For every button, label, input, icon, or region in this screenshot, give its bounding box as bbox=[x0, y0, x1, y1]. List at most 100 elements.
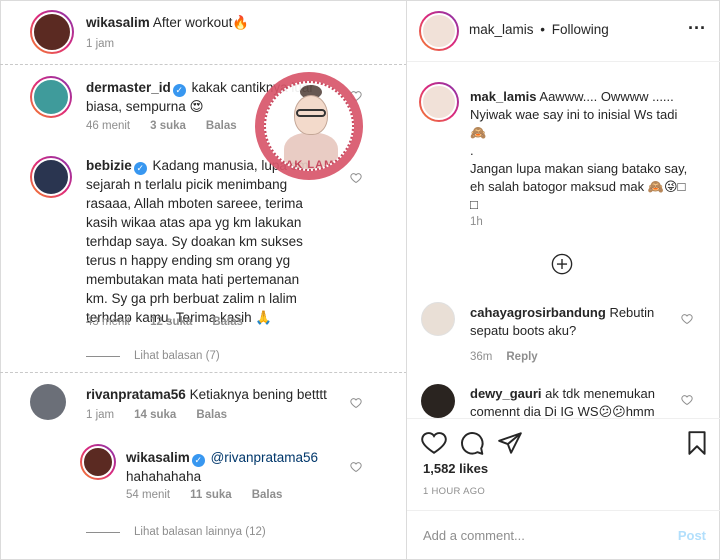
comment-line: terus n happy ending sm orang yg bbox=[86, 253, 291, 268]
caption-text: mak_lamis Aawww.... Owwww ...... Nyiwak … bbox=[470, 88, 710, 214]
reply-text: wikasalim ✓ @rivanpratama56 hahahahaha bbox=[126, 448, 318, 486]
more-options-icon[interactable]: ··· bbox=[688, 18, 706, 39]
post-author-caption: wikasalim After workout🔥 bbox=[86, 13, 249, 32]
comment-text: dewy_gauri ak tdk menemukan comennt dia … bbox=[470, 385, 680, 418]
username[interactable]: wikasalim bbox=[86, 15, 150, 30]
comment-text: bebizie ✓ Kadang manusia, lupa sm sejarah… bbox=[86, 156, 348, 327]
comment-line: kasih wikaa atas apa yg km lakukan bbox=[86, 215, 302, 230]
timestamp: 1 jam bbox=[86, 38, 115, 50]
like-heart-icon[interactable] bbox=[350, 172, 362, 184]
caption-line: Aawww.... Owwww ...... bbox=[539, 89, 674, 104]
avatar[interactable] bbox=[419, 11, 459, 51]
comment-meta: 43 menit 12 suka Balas bbox=[86, 316, 243, 328]
username[interactable]: cahayagrosirbandung bbox=[470, 305, 606, 320]
comment-line: terhdap saya. Sy doakan km sukses bbox=[86, 234, 303, 249]
heart-icon[interactable] bbox=[421, 430, 447, 456]
avatar[interactable] bbox=[419, 82, 459, 122]
watermark-glasses bbox=[296, 109, 326, 117]
reply-button[interactable]: Balas bbox=[206, 120, 237, 132]
caption-line: eh salah batogor maksud mak 🙈😜□ bbox=[470, 179, 686, 194]
load-more-comments-icon[interactable] bbox=[551, 253, 573, 275]
share-icon[interactable] bbox=[497, 430, 523, 456]
comment-line: sejarah n terlalu picik menimbang bbox=[86, 177, 288, 192]
username[interactable]: dewy_gauri bbox=[470, 386, 542, 401]
timestamp: 36m bbox=[470, 351, 493, 363]
likes-count[interactable]: 1,582 likes bbox=[423, 461, 488, 476]
watermark-text: MAK LAMIS bbox=[275, 159, 347, 171]
verified-badge-icon: ✓ bbox=[133, 162, 147, 175]
likes-count[interactable]: 3 suka bbox=[150, 120, 186, 132]
avatar[interactable] bbox=[80, 444, 116, 480]
avatar[interactable] bbox=[421, 302, 455, 336]
comment-line: hahahahaha bbox=[126, 469, 202, 484]
comment-line: Rebutin bbox=[609, 305, 655, 320]
post-header: mak_lamis • Following ··· bbox=[407, 0, 720, 62]
left-comments-panel: wikasalim After workout🔥 1 jam dermaster… bbox=[0, 0, 407, 560]
likes-count[interactable]: 11 suka bbox=[190, 489, 232, 501]
timestamp: 1 jam bbox=[86, 409, 115, 421]
header-username[interactable]: mak_lamis bbox=[469, 22, 534, 37]
comment-input[interactable]: Add a comment... Post bbox=[407, 510, 720, 560]
comment-clipped: dewy_gauri ak tdk menemukan comennt dia … bbox=[407, 380, 720, 418]
caption-line: 🙈 bbox=[470, 125, 487, 140]
comment-text: cahayagrosirbandung Rebutin sepatu boots… bbox=[470, 304, 680, 340]
comment-line: Ketiaknya bening betttt bbox=[189, 387, 327, 402]
comment-placeholder[interactable]: Add a comment... bbox=[423, 528, 525, 543]
like-heart-icon[interactable] bbox=[681, 394, 693, 406]
comment-meta: 36m Reply bbox=[470, 351, 538, 363]
mention-link[interactable]: @rivanpratama56 bbox=[211, 450, 319, 465]
like-heart-icon[interactable] bbox=[681, 313, 693, 325]
divider bbox=[0, 372, 406, 373]
comment-text: rivanpratama56 Ketiaknya bening betttt bbox=[86, 385, 327, 404]
caption-line: □ bbox=[470, 197, 478, 212]
avatar[interactable] bbox=[30, 10, 74, 54]
username[interactable]: rivanpratama56 bbox=[86, 387, 186, 402]
comment-line: rasaaa, Allah mboten sareee, terima bbox=[86, 196, 303, 211]
likes-count[interactable]: 14 suka bbox=[134, 409, 176, 421]
reply-button[interactable]: Balas bbox=[252, 489, 283, 501]
caption-line: Nyiwak wae say ini to inisial Ws tadi bbox=[470, 107, 678, 122]
comment-line: membutakan mata hati pertemanan bbox=[86, 272, 300, 287]
reply-button[interactable]: Reply bbox=[506, 351, 537, 363]
watermark-inner: MAK LAMIS bbox=[264, 81, 354, 171]
avatar[interactable] bbox=[30, 76, 72, 118]
caption-text: After workout🔥 bbox=[152, 15, 250, 30]
like-heart-icon[interactable] bbox=[350, 461, 362, 473]
following-button[interactable]: Following bbox=[552, 22, 609, 37]
view-more-replies[interactable]: Lihat balasan lainnya (12) bbox=[86, 526, 266, 538]
username[interactable]: wikasalim bbox=[126, 450, 190, 465]
reply-button[interactable]: Balas bbox=[196, 409, 227, 421]
avatar[interactable] bbox=[421, 384, 455, 418]
dash-line bbox=[86, 355, 120, 357]
likes-count[interactable]: 12 suka bbox=[150, 316, 192, 328]
like-heart-icon[interactable] bbox=[350, 397, 362, 409]
view-more-replies-label[interactable]: Lihat balasan lainnya (12) bbox=[134, 526, 266, 538]
comment-meta: 54 menit 11 suka Balas bbox=[126, 489, 282, 501]
view-replies[interactable]: Lihat balasan (7) bbox=[86, 350, 220, 362]
view-replies-label[interactable]: Lihat balasan (7) bbox=[134, 350, 220, 362]
username[interactable]: bebizie bbox=[86, 158, 132, 173]
reply-button[interactable]: Balas bbox=[212, 316, 243, 328]
caption-meta: 1h bbox=[470, 216, 483, 228]
username[interactable]: dermaster_id bbox=[86, 80, 171, 95]
comment-icon[interactable] bbox=[459, 430, 485, 456]
timestamp: 1h bbox=[470, 216, 483, 228]
comment-meta: 46 menit 3 suka Balas bbox=[86, 120, 237, 132]
divider bbox=[0, 64, 406, 65]
post-button[interactable]: Post bbox=[678, 528, 706, 543]
comment-line: biasa, sempurna 😍 bbox=[86, 99, 204, 114]
post-meta: 1 jam bbox=[86, 38, 114, 50]
caption-line: . bbox=[470, 143, 474, 158]
comment-line: km. Sy ga prh berbuat zalim n lalim bbox=[86, 291, 297, 306]
caption-line: Jangan lupa makan siang batako say, bbox=[470, 161, 688, 176]
dash-line bbox=[86, 531, 120, 533]
verified-badge-icon: ✓ bbox=[191, 454, 205, 467]
post-timestamp: 1 HOUR AGO bbox=[423, 486, 486, 497]
username[interactable]: mak_lamis bbox=[470, 89, 537, 104]
avatar[interactable] bbox=[30, 156, 72, 198]
comment-line: comennt dia Di IG WS😕😕hmm bbox=[470, 404, 655, 418]
bookmark-icon[interactable] bbox=[684, 430, 710, 456]
separator-dot: • bbox=[540, 22, 546, 37]
avatar[interactable] bbox=[30, 384, 66, 420]
comment-line: sepatu boots aku? bbox=[470, 323, 577, 338]
